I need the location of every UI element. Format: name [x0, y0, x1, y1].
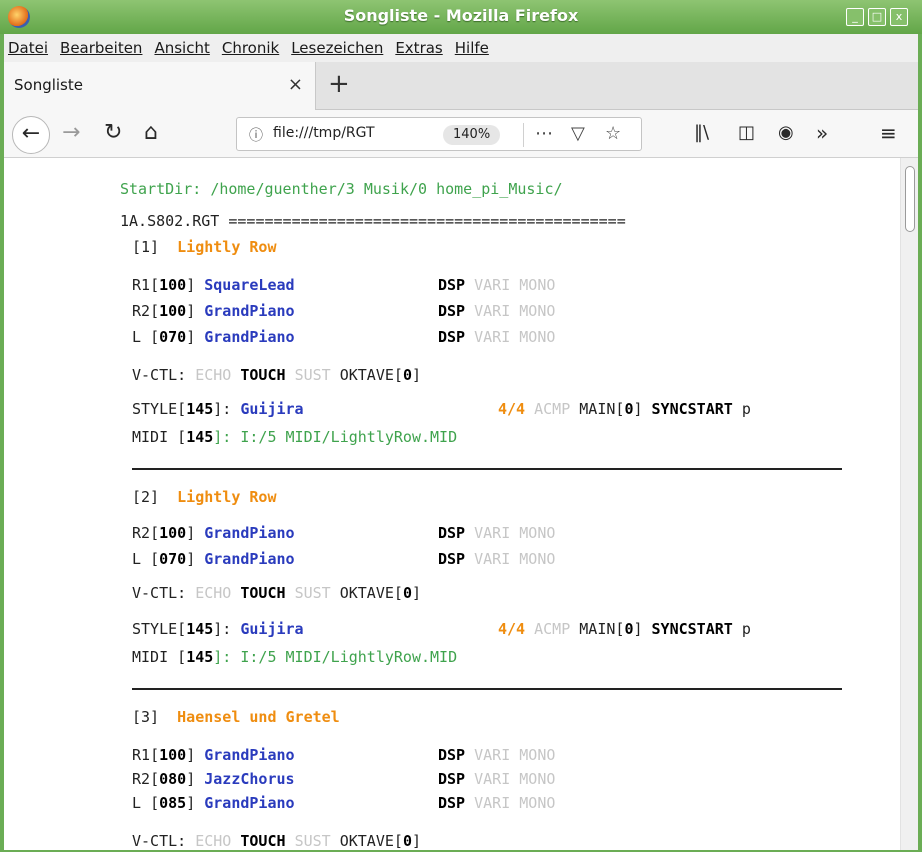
style-flags: 4/4 ACMP MAIN[0] SYNCSTART p	[498, 400, 751, 418]
song-heading: [2] Lightly Row	[132, 488, 277, 506]
voice-row: L [070] GrandPiano	[132, 550, 295, 568]
voice-row: L [070] GrandPiano	[132, 328, 295, 346]
dsp-flags: DSP VARI MONO	[438, 524, 556, 542]
menu-ansicht[interactable]: Ansicht	[154, 39, 209, 57]
menu-bar: Datei Bearbeiten Ansicht Chronik Lesezei…	[4, 34, 918, 62]
new-tab-button[interactable]: +	[328, 70, 350, 98]
song-title: Lightly Row	[177, 238, 277, 256]
url-bar[interactable]: ⓘ file:///tmp/RGT 140% ⋯ ▽ ☆	[236, 117, 642, 151]
minimize-button[interactable]: _	[846, 8, 864, 26]
scrollbar-thumb[interactable]	[905, 166, 915, 232]
page-content: StartDir: /home/guenther/3 Musik/0 home_…	[4, 158, 900, 850]
overflow-icon[interactable]: »	[816, 120, 828, 146]
style-row: STYLE[145]: Guijira	[132, 620, 304, 638]
dsp-flags: DSP VARI MONO	[438, 770, 556, 788]
urlbar-separator	[523, 123, 524, 147]
menu-datei[interactable]: Datei	[8, 39, 48, 57]
dsp-flags: DSP VARI MONO	[438, 276, 556, 294]
tab-title: Songliste	[14, 76, 83, 94]
menu-icon[interactable]: ≡	[880, 120, 897, 146]
voice-row: R2[100] GrandPiano	[132, 302, 295, 320]
menu-chronik[interactable]: Chronik	[222, 39, 279, 57]
tab-strip: Songliste × +	[4, 62, 918, 110]
voice-row: R1[100] GrandPiano	[132, 746, 295, 764]
song-title: Haensel und Gretel	[177, 708, 340, 726]
voice-row: R2[080] JazzChorus	[132, 770, 295, 788]
song-title: Lightly Row	[177, 488, 277, 506]
voice-row: R2[100] GrandPiano	[132, 524, 295, 542]
navigation-toolbar: ← → ↻ ⌂ ⓘ file:///tmp/RGT 140% ⋯ ▽ ☆ ‖\ …	[4, 110, 918, 158]
forward-arrow-icon[interactable]: →	[62, 120, 80, 146]
pocket-icon[interactable]: ▽	[571, 123, 585, 144]
menu-bearbeiten[interactable]: Bearbeiten	[60, 39, 142, 57]
dsp-flags: DSP VARI MONO	[438, 794, 556, 812]
startdir-label: StartDir:	[120, 180, 202, 198]
tab-songliste[interactable]: Songliste ×	[4, 62, 316, 110]
song-heading: [3] Haensel und Gretel	[132, 708, 340, 726]
startdir-path: /home/guenther/3 Musik/0 home_pi_Music/	[210, 180, 563, 198]
home-icon[interactable]: ⌂	[144, 120, 158, 146]
dsp-flags: DSP VARI MONO	[438, 746, 556, 764]
style-flags: 4/4 ACMP MAIN[0] SYNCSTART p	[498, 620, 751, 638]
title-bar: Songliste - Mozilla Firefox _ □ x	[0, 0, 922, 34]
midi-row: MIDI [145]: I:/5 MIDI/LightlyRow.MID	[132, 648, 458, 666]
separator-rule	[132, 688, 842, 690]
maximize-button[interactable]: □	[868, 8, 886, 26]
page-actions-icon[interactable]: ⋯	[535, 123, 553, 144]
close-window-button[interactable]: x	[890, 8, 908, 26]
menu-hilfe[interactable]: Hilfe	[455, 39, 489, 57]
file-header: 1A.S802.RGT ============================…	[120, 212, 626, 230]
window-title: Songliste - Mozilla Firefox	[343, 6, 579, 25]
dsp-flags: DSP VARI MONO	[438, 328, 556, 346]
vertical-scrollbar[interactable]	[900, 158, 918, 850]
vctl-row: V-CTL: ECHO TOUCH SUST OKTAVE[0]	[132, 366, 421, 384]
midi-row: MIDI [145]: I:/5 MIDI/LightlyRow.MID	[132, 428, 458, 446]
url-text[interactable]: file:///tmp/RGT	[273, 125, 375, 141]
info-icon[interactable]: ⓘ	[249, 125, 263, 145]
vctl-row: V-CTL: ECHO TOUCH SUST OKTAVE[0]	[132, 832, 421, 850]
sidebar-icon[interactable]: ◫	[738, 120, 755, 146]
style-row: STYLE[145]: Guijira	[132, 400, 304, 418]
separator-rule	[132, 468, 842, 470]
menu-extras[interactable]: Extras	[395, 39, 442, 57]
song-heading: [1] Lightly Row	[132, 238, 277, 256]
bookmark-star-icon[interactable]: ☆	[605, 123, 621, 144]
tab-close-icon[interactable]: ×	[288, 74, 303, 95]
vctl-row: V-CTL: ECHO TOUCH SUST OKTAVE[0]	[132, 584, 421, 602]
startdir-line: StartDir: /home/guenther/3 Musik/0 home_…	[120, 180, 563, 198]
library-icon[interactable]: ‖\	[694, 120, 709, 146]
voice-row: L [085] GrandPiano	[132, 794, 295, 812]
dsp-flags: DSP VARI MONO	[438, 550, 556, 568]
voice-row: R1[100] SquareLead	[132, 276, 295, 294]
account-icon[interactable]: ◉	[778, 120, 794, 146]
dsp-flags: DSP VARI MONO	[438, 302, 556, 320]
back-arrow-icon[interactable]: ←	[12, 116, 50, 154]
reload-icon[interactable]: ↻	[104, 120, 122, 146]
menu-lesezeichen[interactable]: Lesezeichen	[291, 39, 383, 57]
zoom-level-badge[interactable]: 140%	[443, 125, 501, 145]
